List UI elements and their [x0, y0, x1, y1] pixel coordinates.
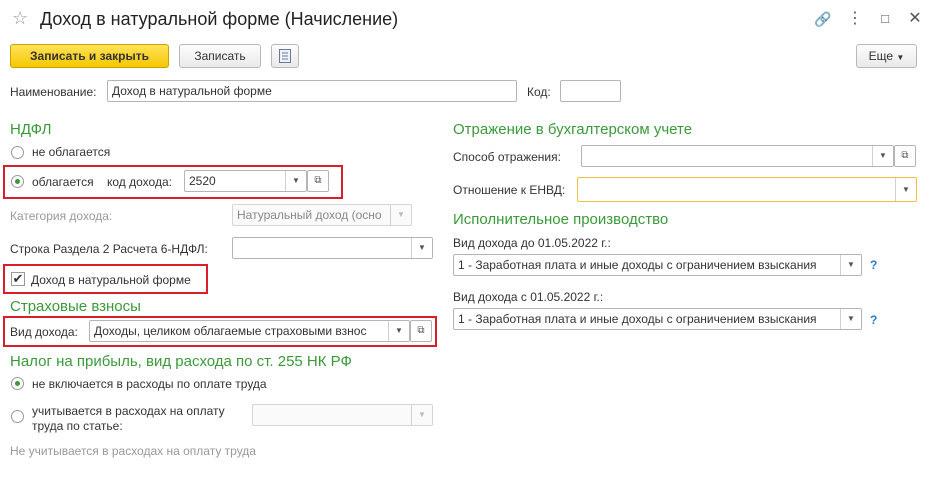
- income-category-input: Натуральный доход (осно ▼: [232, 204, 412, 226]
- open-insurance-type-icon[interactable]: ⧉: [410, 320, 432, 342]
- insurance-income-type-input[interactable]: Доходы, целиком облагаемые страховыми вз…: [89, 320, 410, 342]
- accounting-method-input[interactable]: ▼: [581, 145, 894, 167]
- dropdown-arrow-icon[interactable]: ▼: [388, 321, 409, 341]
- income-code-input[interactable]: 2520 ▼: [184, 170, 307, 192]
- not-included-label: не включается в расходы по оплате труда: [32, 377, 267, 391]
- natural-income-label: Доход в натуральной форме: [31, 273, 191, 287]
- taxed-label: облагается: [32, 175, 94, 189]
- more-vertical-icon[interactable]: ⋮: [846, 10, 864, 28]
- enforcement-before-value: 1 - Заработная плата и иные доходы с огр…: [458, 258, 817, 272]
- dropdown-arrow-icon[interactable]: ▼: [840, 309, 861, 329]
- maximize-icon[interactable]: □: [876, 10, 894, 28]
- more-menu-button[interactable]: Еще ▼: [856, 44, 917, 68]
- enforcement-after-label: Вид дохода с 01.05.2022 г.:: [453, 290, 604, 304]
- profit-tax-section-title: Налог на прибыль, вид расхода по ст. 255…: [10, 353, 352, 370]
- enforcement-section-title: Исполнительное производство: [453, 211, 669, 228]
- income-code-label: код дохода:: [107, 175, 172, 189]
- close-icon[interactable]: ✕: [906, 10, 924, 28]
- code-input[interactable]: [560, 80, 621, 102]
- included-label-line2: труда по статье:: [32, 419, 123, 433]
- save-button[interactable]: Записать: [179, 44, 261, 68]
- enforcement-after-input[interactable]: 1 - Заработная плата и иные доходы с огр…: [453, 308, 862, 330]
- dropdown-arrow-icon[interactable]: ▼: [895, 178, 916, 201]
- dropdown-arrow-icon[interactable]: ▼: [285, 171, 306, 191]
- accounting-method-label: Способ отражения:: [453, 150, 561, 164]
- radio-not-taxed[interactable]: [11, 146, 24, 159]
- dropdown-arrow-icon[interactable]: ▼: [840, 255, 861, 275]
- window-title: Доход в натуральной форме (Начисление): [40, 9, 399, 29]
- included-article-input: ▼: [252, 404, 433, 426]
- radio-taxed[interactable]: [11, 175, 24, 188]
- natural-income-checkbox[interactable]: ✔: [11, 272, 25, 286]
- more-label: Еще: [868, 49, 894, 63]
- enforcement-before-label: Вид дохода до 01.05.2022 г.:: [453, 236, 611, 250]
- dropdown-arrow-icon[interactable]: ▼: [872, 146, 893, 166]
- dropdown-arrow-icon: ▼: [411, 405, 432, 425]
- enforcement-before-input[interactable]: 1 - Заработная плата и иные доходы с огр…: [453, 254, 862, 276]
- income-code-value: 2520: [189, 174, 216, 188]
- section2-row-label: Строка Раздела 2 Расчета 6-НДФЛ:: [10, 242, 208, 256]
- not-taxed-label: не облагается: [32, 145, 111, 159]
- income-category-label: Категория дохода:: [10, 209, 113, 223]
- accounting-section-title: Отражение в бухгалтерском учете: [453, 121, 693, 138]
- insurance-income-type-label: Вид дохода:: [10, 325, 78, 339]
- name-label: Наименование:: [10, 85, 97, 99]
- name-input[interactable]: Доход в натуральной форме: [107, 80, 517, 102]
- help-after-icon[interactable]: ?: [870, 313, 877, 327]
- insurance-income-type-value: Доходы, целиком облагаемые страховыми вз…: [94, 324, 367, 338]
- report-icon[interactable]: [271, 44, 299, 68]
- envd-label: Отношение к ЕНВД:: [453, 183, 566, 197]
- favorite-star-icon[interactable]: ☆: [12, 8, 28, 29]
- radio-included[interactable]: [11, 410, 24, 423]
- profit-tax-footer-note: Не учитывается в расходах на оплату труд…: [10, 444, 256, 458]
- enforcement-after-value: 1 - Заработная плата и иные доходы с огр…: [458, 312, 817, 326]
- included-label-line1: учитывается в расходах на оплату: [32, 404, 225, 418]
- income-category-value: Натуральный доход (осно: [237, 208, 382, 222]
- save-and-close-button[interactable]: Записать и закрыть: [10, 44, 169, 68]
- envd-input[interactable]: ▼: [577, 177, 917, 202]
- radio-not-included[interactable]: [11, 377, 24, 390]
- ndfl-section-title: НДФЛ: [10, 121, 52, 138]
- code-label: Код:: [527, 85, 551, 99]
- link-icon[interactable]: 🔗: [814, 10, 832, 28]
- section2-row-input[interactable]: ▼: [232, 237, 433, 259]
- open-accounting-method-icon[interactable]: ⧉: [894, 145, 916, 167]
- chevron-down-icon: ▼: [896, 53, 905, 62]
- insurance-section-title: Страховые взносы: [10, 298, 141, 315]
- help-before-icon[interactable]: ?: [870, 258, 877, 272]
- dropdown-arrow-icon: ▼: [390, 205, 411, 225]
- open-income-code-icon[interactable]: ⧉: [307, 170, 329, 192]
- dropdown-arrow-icon[interactable]: ▼: [411, 238, 432, 258]
